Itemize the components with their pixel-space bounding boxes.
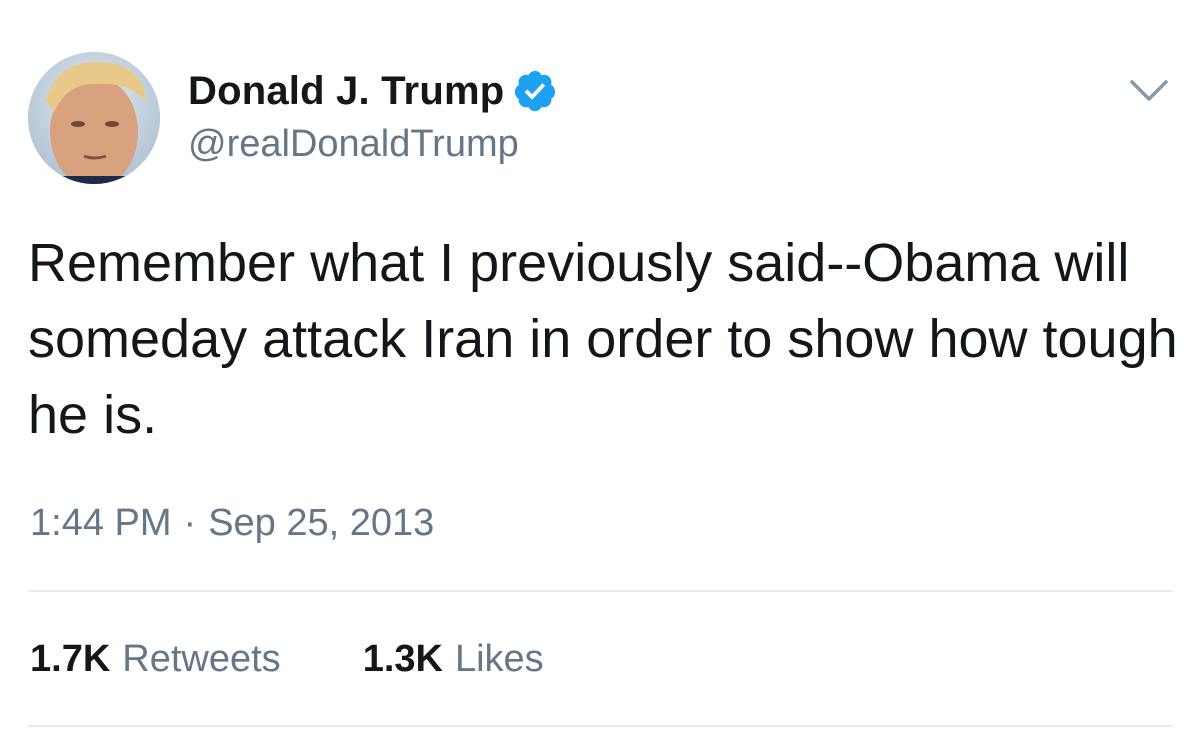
- divider: [28, 590, 1173, 592]
- tweet-stats: 1.7K Retweets 1.3K Likes: [30, 638, 626, 681]
- tweet-time: 1:44 PM: [30, 502, 172, 544]
- display-name[interactable]: Donald J. Trump: [188, 69, 504, 114]
- tweet-date: Sep 25, 2013: [208, 502, 435, 544]
- tweet-timestamp[interactable]: 1:44 PM · Sep 25, 2013: [30, 502, 434, 545]
- avatar[interactable]: [28, 52, 160, 184]
- verified-badge-icon: [512, 68, 558, 114]
- name-row: Donald J. Trump: [188, 68, 558, 114]
- retweets-label: Retweets: [122, 638, 281, 680]
- likes-count: 1.3K: [362, 638, 443, 680]
- likes-stat[interactable]: 1.3K Likes: [363, 638, 544, 681]
- chevron-down-icon[interactable]: [1128, 76, 1170, 106]
- likes-label: Likes: [454, 638, 544, 680]
- tweet-card: Donald J. Trump @realDonaldTrump Remembe…: [0, 0, 1200, 739]
- divider: [28, 725, 1173, 727]
- retweets-count: 1.7K: [30, 638, 111, 680]
- user-handle[interactable]: @realDonaldTrump: [188, 123, 519, 166]
- retweets-stat[interactable]: 1.7K Retweets: [30, 638, 281, 681]
- tweet-text: Remember what I previously said--Obama w…: [28, 233, 1178, 445]
- meta-separator: ·: [183, 502, 197, 544]
